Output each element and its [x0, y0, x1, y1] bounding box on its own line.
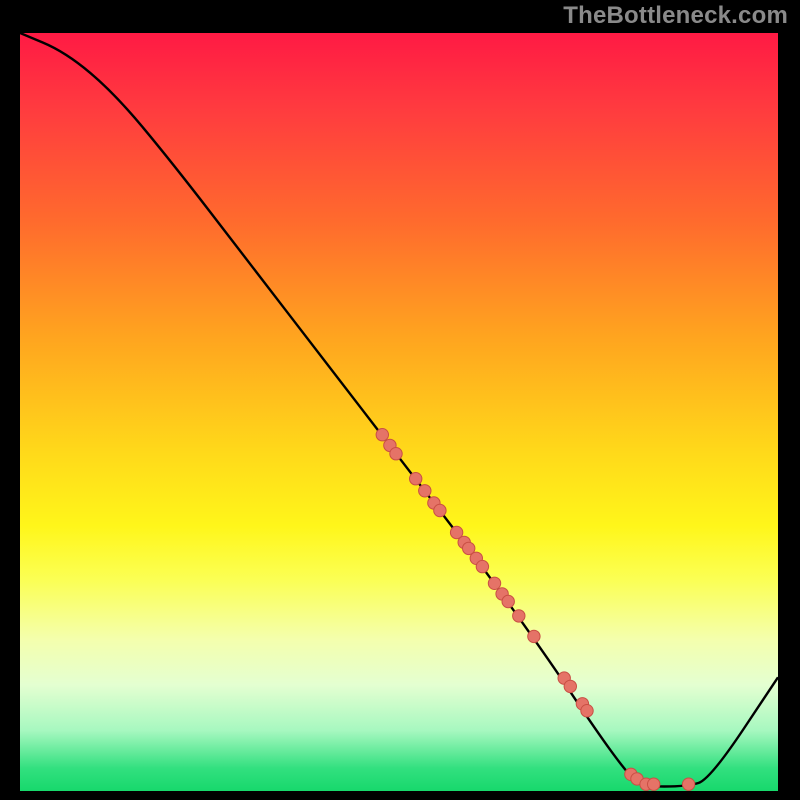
chart-data-point [434, 504, 446, 516]
chart-data-point [502, 595, 514, 607]
chart-data-point [488, 577, 500, 589]
chart-svg [20, 33, 778, 791]
chart-data-points [376, 429, 695, 791]
chart-data-point [390, 448, 402, 460]
chart-data-point [528, 630, 540, 642]
chart-data-point [376, 429, 388, 441]
chart-curve [20, 33, 778, 787]
chart-data-point [419, 485, 431, 497]
chart-data-point [581, 705, 593, 717]
watermark-text: TheBottleneck.com [563, 2, 788, 30]
chart-data-point [476, 560, 488, 572]
chart-plot-area [20, 33, 778, 791]
chart-data-point [513, 610, 525, 622]
chart-data-point [564, 680, 576, 692]
chart-data-point [682, 778, 694, 790]
chart-data-point [648, 778, 660, 790]
chart-data-point [410, 473, 422, 485]
